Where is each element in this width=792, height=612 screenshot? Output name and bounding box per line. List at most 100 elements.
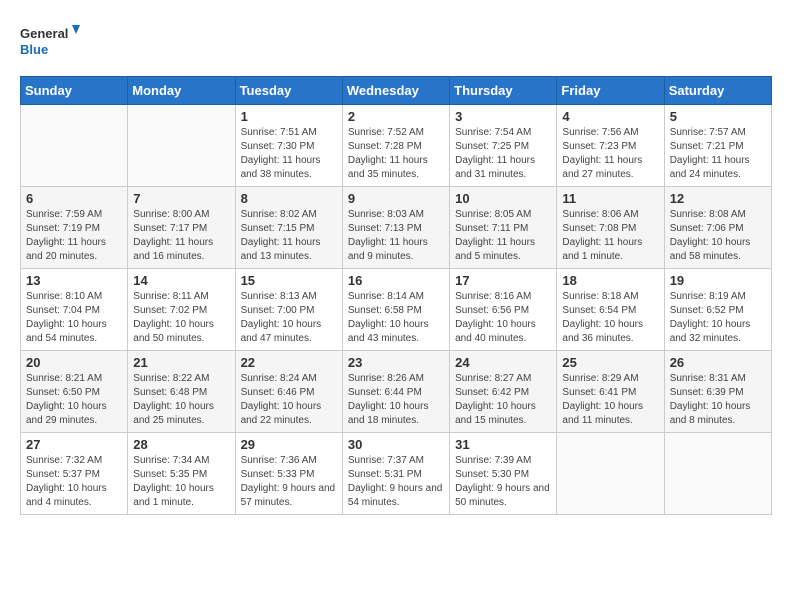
calendar-cell: 30Sunrise: 7:37 AM Sunset: 5:31 PM Dayli… (342, 433, 449, 515)
day-info: Sunrise: 8:06 AM Sunset: 7:08 PM Dayligh… (562, 208, 658, 264)
svg-text:General: General (20, 26, 68, 41)
calendar-cell: 6 Sunrise: 7:59 AM Sunset: 7:19 PM Daylig… (21, 187, 128, 269)
day-number: 14 (133, 273, 229, 288)
day-number: 28 (133, 437, 229, 452)
day-number: 31 (455, 437, 551, 452)
calendar-cell: 25 Sunrise: 8:29 AM Sunset: 6:41 PM Dayli… (557, 351, 664, 433)
day-number: 3 (455, 109, 551, 124)
weekday-header: Monday (128, 77, 235, 105)
calendar-cell: 29 Sunrise: 7:36 AM Sunset: 5:33 PM Dayli… (235, 433, 342, 515)
calendar-table: SundayMondayTuesdayWednesdayThursdayFrid… (20, 76, 772, 515)
day-number: 6 (26, 191, 122, 206)
day-info: Sunrise: 8:13 AM Sunset: 7:00 PM Dayligh… (241, 290, 337, 346)
day-number: 16 (348, 273, 444, 288)
weekday-header: Saturday (664, 77, 771, 105)
day-number: 21 (133, 355, 229, 370)
calendar-cell: 12 Sunrise: 8:08 AM Sunset: 7:06 PM Dayli… (664, 187, 771, 269)
calendar-cell: 10 Sunrise: 8:05 AM Sunset: 7:11 PM Dayli… (450, 187, 557, 269)
calendar-cell (128, 105, 235, 187)
calendar-cell: 17 Sunrise: 8:16 AM Sunset: 6:56 PM Dayli… (450, 269, 557, 351)
day-info: Sunrise: 8:18 AM Sunset: 6:54 PM Dayligh… (562, 290, 658, 346)
day-number: 11 (562, 191, 658, 206)
day-number: 1 (241, 109, 337, 124)
calendar-cell: 3 Sunrise: 7:54 AM Sunset: 7:25 PM Daylig… (450, 105, 557, 187)
day-info: Sunrise: 7:59 AM Sunset: 7:19 PM Dayligh… (26, 208, 122, 264)
day-info: Sunrise: 7:57 AM Sunset: 7:21 PM Dayligh… (670, 126, 766, 182)
day-info: Sunrise: 7:54 AM Sunset: 7:25 PM Dayligh… (455, 126, 551, 182)
day-number: 5 (670, 109, 766, 124)
calendar-cell: 18 Sunrise: 8:18 AM Sunset: 6:54 PM Dayli… (557, 269, 664, 351)
day-number: 27 (26, 437, 122, 452)
day-info: Sunrise: 7:36 AM Sunset: 5:33 PM Dayligh… (241, 454, 337, 510)
day-info: Sunrise: 7:51 AM Sunset: 7:30 PM Dayligh… (241, 126, 337, 182)
calendar-week-row: 13Sunrise: 8:10 AM Sunset: 7:04 PM Dayli… (21, 269, 772, 351)
calendar-week-row: 6 Sunrise: 7:59 AM Sunset: 7:19 PM Daylig… (21, 187, 772, 269)
day-number: 13 (26, 273, 122, 288)
day-number: 10 (455, 191, 551, 206)
calendar-cell: 9 Sunrise: 8:03 AM Sunset: 7:13 PM Daylig… (342, 187, 449, 269)
day-info: Sunrise: 7:34 AM Sunset: 5:35 PM Dayligh… (133, 454, 229, 510)
calendar-cell: 24 Sunrise: 8:27 AM Sunset: 6:42 PM Dayli… (450, 351, 557, 433)
svg-text:Blue: Blue (20, 42, 48, 57)
weekday-header: Tuesday (235, 77, 342, 105)
day-info: Sunrise: 8:02 AM Sunset: 7:15 PM Dayligh… (241, 208, 337, 264)
calendar-cell: 11 Sunrise: 8:06 AM Sunset: 7:08 PM Dayli… (557, 187, 664, 269)
day-number: 2 (348, 109, 444, 124)
calendar-cell: 22Sunrise: 8:24 AM Sunset: 6:46 PM Dayli… (235, 351, 342, 433)
calendar-week-row: 20 Sunrise: 8:21 AM Sunset: 6:50 PM Dayli… (21, 351, 772, 433)
day-info: Sunrise: 8:21 AM Sunset: 6:50 PM Dayligh… (26, 372, 122, 428)
day-info: Sunrise: 8:26 AM Sunset: 6:44 PM Dayligh… (348, 372, 444, 428)
day-number: 9 (348, 191, 444, 206)
weekday-header: Thursday (450, 77, 557, 105)
calendar-cell: 4 Sunrise: 7:56 AM Sunset: 7:23 PM Daylig… (557, 105, 664, 187)
weekday-header-row: SundayMondayTuesdayWednesdayThursdayFrid… (21, 77, 772, 105)
day-info: Sunrise: 8:11 AM Sunset: 7:02 PM Dayligh… (133, 290, 229, 346)
day-number: 18 (562, 273, 658, 288)
day-info: Sunrise: 8:22 AM Sunset: 6:48 PM Dayligh… (133, 372, 229, 428)
day-info: Sunrise: 8:14 AM Sunset: 6:58 PM Dayligh… (348, 290, 444, 346)
day-number: 15 (241, 273, 337, 288)
calendar-cell: 31Sunrise: 7:39 AM Sunset: 5:30 PM Dayli… (450, 433, 557, 515)
day-number: 17 (455, 273, 551, 288)
day-number: 24 (455, 355, 551, 370)
logo-svg: General Blue (20, 20, 80, 60)
day-info: Sunrise: 7:32 AM Sunset: 5:37 PM Dayligh… (26, 454, 122, 510)
calendar-cell: 14 Sunrise: 8:11 AM Sunset: 7:02 PM Dayli… (128, 269, 235, 351)
day-number: 23 (348, 355, 444, 370)
calendar-cell: 28 Sunrise: 7:34 AM Sunset: 5:35 PM Dayli… (128, 433, 235, 515)
calendar-cell: 19Sunrise: 8:19 AM Sunset: 6:52 PM Dayli… (664, 269, 771, 351)
day-number: 8 (241, 191, 337, 206)
calendar-week-row: 27 Sunrise: 7:32 AM Sunset: 5:37 PM Dayli… (21, 433, 772, 515)
calendar-week-row: 1 Sunrise: 7:51 AM Sunset: 7:30 PM Daylig… (21, 105, 772, 187)
weekday-header: Sunday (21, 77, 128, 105)
calendar-cell: 16 Sunrise: 8:14 AM Sunset: 6:58 PM Dayli… (342, 269, 449, 351)
calendar-cell: 5 Sunrise: 7:57 AM Sunset: 7:21 PM Daylig… (664, 105, 771, 187)
day-info: Sunrise: 8:00 AM Sunset: 7:17 PM Dayligh… (133, 208, 229, 264)
calendar-cell (664, 433, 771, 515)
day-number: 20 (26, 355, 122, 370)
calendar-cell: 2Sunrise: 7:52 AM Sunset: 7:28 PM Daylig… (342, 105, 449, 187)
day-info: Sunrise: 8:24 AM Sunset: 6:46 PM Dayligh… (241, 372, 337, 428)
calendar-cell: 15 Sunrise: 8:13 AM Sunset: 7:00 PM Dayli… (235, 269, 342, 351)
day-number: 7 (133, 191, 229, 206)
day-info: Sunrise: 8:31 AM Sunset: 6:39 PM Dayligh… (670, 372, 766, 428)
calendar-cell: 27 Sunrise: 7:32 AM Sunset: 5:37 PM Dayli… (21, 433, 128, 515)
day-number: 12 (670, 191, 766, 206)
day-info: Sunrise: 8:27 AM Sunset: 6:42 PM Dayligh… (455, 372, 551, 428)
calendar-cell: 1 Sunrise: 7:51 AM Sunset: 7:30 PM Daylig… (235, 105, 342, 187)
day-info: Sunrise: 8:08 AM Sunset: 7:06 PM Dayligh… (670, 208, 766, 264)
day-info: Sunrise: 8:29 AM Sunset: 6:41 PM Dayligh… (562, 372, 658, 428)
calendar-cell: 26 Sunrise: 8:31 AM Sunset: 6:39 PM Dayli… (664, 351, 771, 433)
day-info: Sunrise: 7:56 AM Sunset: 7:23 PM Dayligh… (562, 126, 658, 182)
day-info: Sunrise: 8:19 AM Sunset: 6:52 PM Dayligh… (670, 290, 766, 346)
day-number: 25 (562, 355, 658, 370)
day-info: Sunrise: 8:03 AM Sunset: 7:13 PM Dayligh… (348, 208, 444, 264)
weekday-header: Friday (557, 77, 664, 105)
day-info: Sunrise: 8:16 AM Sunset: 6:56 PM Dayligh… (455, 290, 551, 346)
calendar-cell: 7 Sunrise: 8:00 AM Sunset: 7:17 PM Daylig… (128, 187, 235, 269)
day-number: 29 (241, 437, 337, 452)
day-number: 26 (670, 355, 766, 370)
day-info: Sunrise: 8:05 AM Sunset: 7:11 PM Dayligh… (455, 208, 551, 264)
day-number: 4 (562, 109, 658, 124)
day-number: 30 (348, 437, 444, 452)
